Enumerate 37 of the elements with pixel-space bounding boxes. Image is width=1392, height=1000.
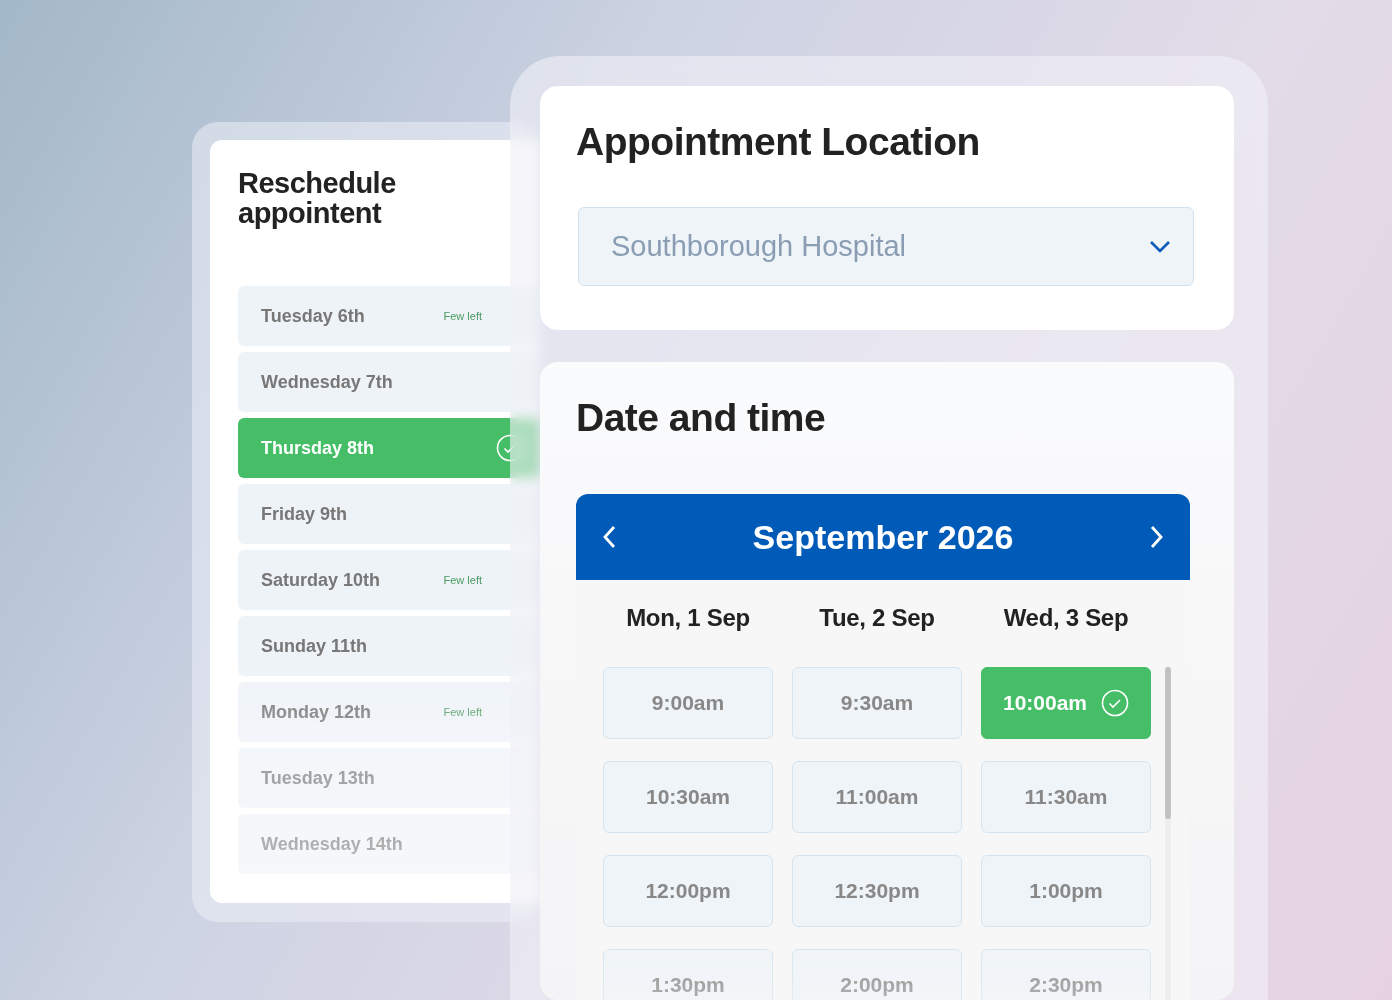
time-slot[interactable]: 12:00pm (603, 855, 773, 927)
time-slot[interactable]: 9:00am (603, 667, 773, 739)
time-slot[interactable]: 11:30am (981, 761, 1151, 833)
time-slot[interactable]: 1:30pm (603, 949, 773, 1000)
location-dropdown[interactable]: Southborough Hospital (578, 207, 1194, 286)
time-slot[interactable]: 2:30pm (981, 949, 1151, 1000)
time-slot[interactable]: 11:00am (792, 761, 962, 833)
day-item[interactable]: Tuesday 13th (238, 748, 540, 808)
time-slot[interactable]: 12:30pm (792, 855, 962, 927)
availability-label: Few left (443, 574, 482, 586)
time-slot[interactable]: 1:00pm (981, 855, 1151, 927)
day-heading: Wed, 3 Sep (1002, 604, 1130, 633)
panel-title: Appointment Location (576, 120, 981, 164)
day-item[interactable]: Saturday 10th Few left (238, 550, 540, 610)
scrollbar[interactable] (1165, 667, 1171, 1000)
day-item[interactable]: Sunday 11th (238, 616, 540, 676)
day-item[interactable]: Thursday 8th (238, 418, 540, 478)
day-item[interactable]: Wednesday 7th (238, 352, 540, 412)
check-circle-icon (496, 434, 524, 462)
chevron-right-icon (1150, 525, 1164, 549)
time-slot[interactable]: 9:30am (792, 667, 962, 739)
day-item[interactable]: Friday 9th (238, 484, 540, 544)
time-slot[interactable]: 10:30am (603, 761, 773, 833)
day-heading: Mon, 1 Sep (625, 604, 751, 633)
day-item[interactable]: Tuesday 6th Few left (238, 286, 540, 346)
availability-label: Few left (443, 310, 482, 322)
time-slot[interactable]: 10:00am (981, 667, 1151, 739)
availability-label: Few left (443, 706, 482, 718)
time-slot[interactable]: 2:00pm (792, 949, 962, 1000)
month-title: September 2026 (752, 517, 1014, 557)
day-item[interactable]: Monday 12th Few left (238, 682, 540, 742)
chevron-down-icon (1149, 240, 1171, 253)
day-heading: Tue, 2 Sep (818, 604, 936, 633)
chevron-left-icon (602, 525, 616, 549)
panel-title: Reschedule appointent (238, 168, 397, 228)
check-circle-icon (1101, 689, 1130, 717)
panel-title: Date and time (576, 396, 827, 440)
